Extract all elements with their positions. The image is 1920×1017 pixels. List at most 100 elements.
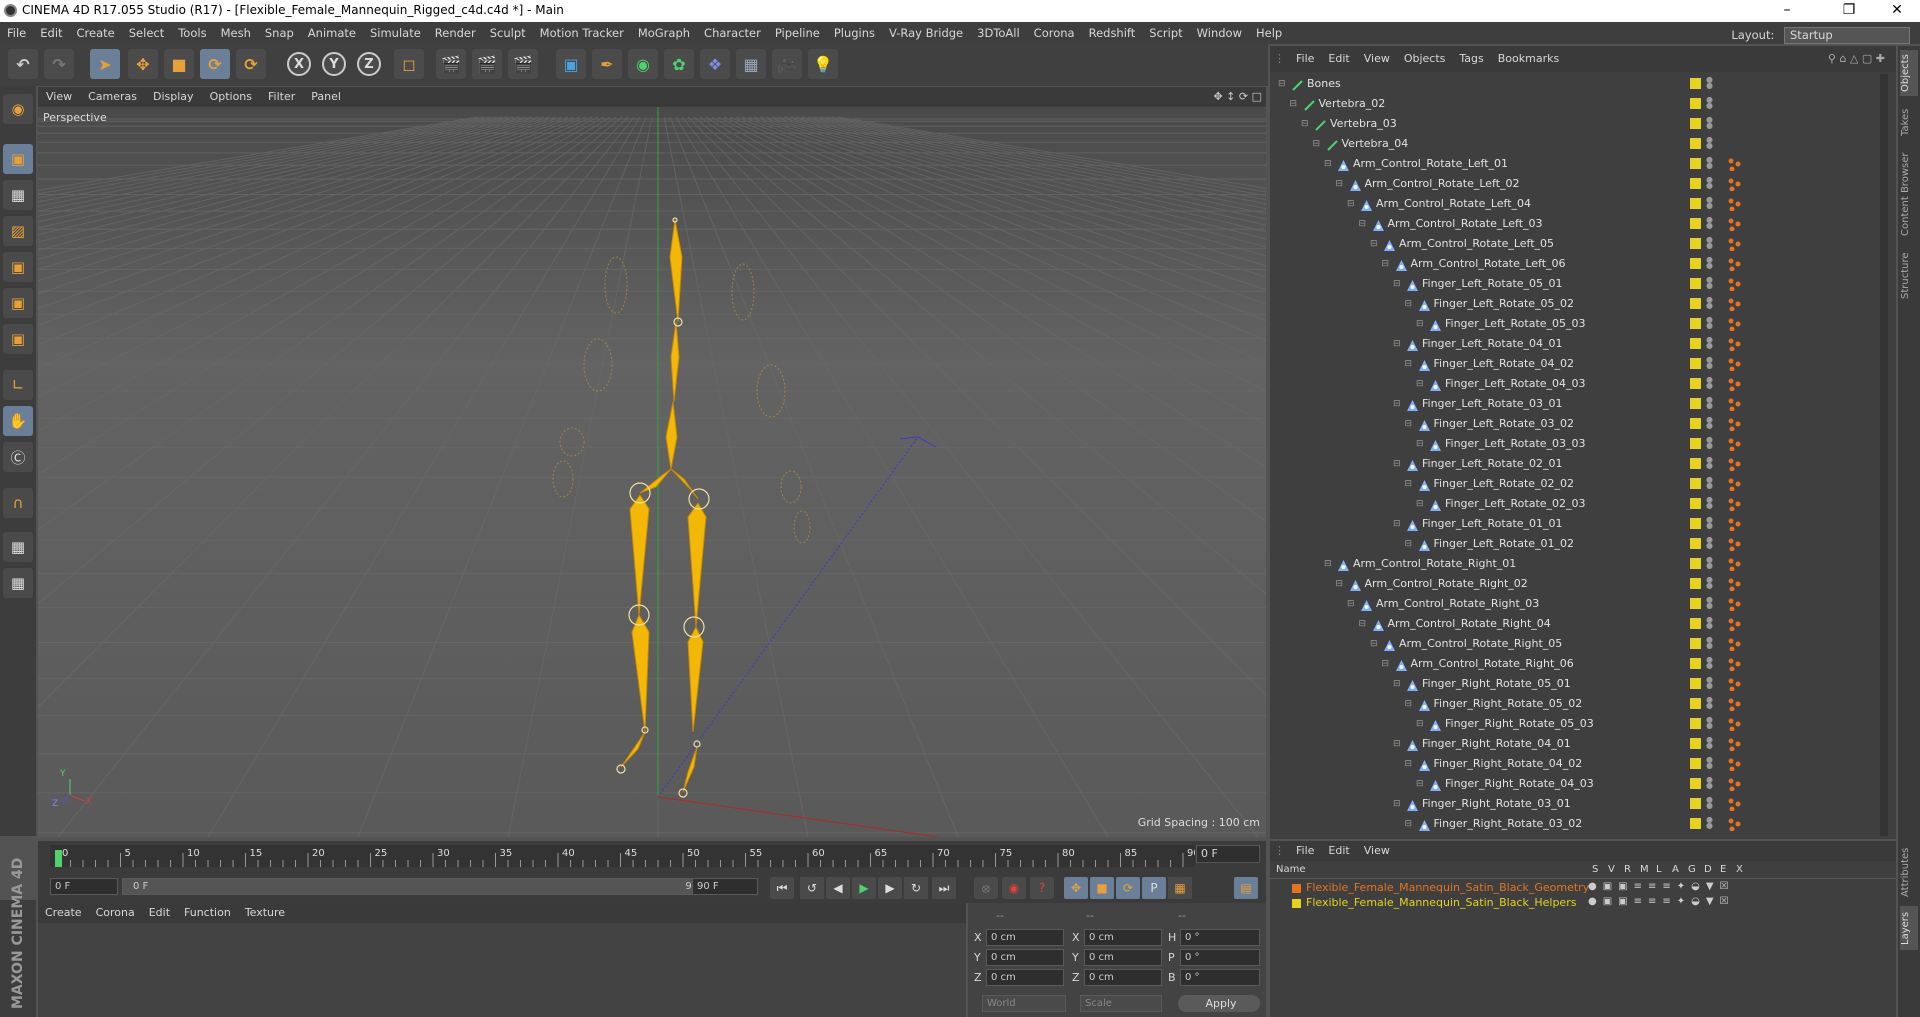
key-parameter-icon[interactable]: P (1142, 877, 1166, 899)
menu-select[interactable]: Select (122, 22, 171, 44)
visibility-toggle-icon[interactable]: ● ● (1706, 216, 1713, 231)
menu-plugins[interactable]: Plugins (827, 22, 882, 44)
start-frame-field[interactable]: 0 F (50, 878, 118, 895)
layer-color-swatch[interactable] (1690, 638, 1701, 649)
menu-create[interactable]: Create (70, 22, 122, 44)
ik-tag-icon[interactable] (1728, 438, 1741, 452)
layer-row[interactable]: Flexible_Female_Mannequin_Satin_Black_He… (1270, 896, 1870, 911)
expand-toggle-icon[interactable]: ⊟ (1393, 394, 1401, 414)
layer-color-swatch[interactable] (1690, 698, 1701, 709)
object-tree-row[interactable]: ⊟ Finger_Left_Rotate_03_03 ● ● (1270, 434, 1886, 454)
material-menu-edit[interactable]: Edit (142, 903, 177, 923)
object-tree-row[interactable]: ⊟ Finger_Right_Rotate_03_01 ● ● (1270, 794, 1886, 814)
object-tree-scrollbar[interactable] (1880, 74, 1888, 836)
x-axis-lock-button[interactable]: X (287, 52, 311, 76)
object-tree-row[interactable]: ⊟ Finger_Left_Rotate_02_02 ● ● (1270, 474, 1886, 494)
floor-icon[interactable]: ▦ (736, 49, 766, 79)
previous-frame-icon[interactable]: ◀ (826, 877, 850, 899)
ik-tag-icon[interactable] (1728, 678, 1741, 692)
rot-h-field[interactable]: 0 ° (1180, 929, 1260, 946)
expand-toggle-icon[interactable]: ⊟ (1416, 494, 1424, 514)
expand-toggle-icon[interactable]: ⊟ (1405, 694, 1413, 714)
visibility-toggle-icon[interactable]: ● ● (1706, 756, 1713, 771)
move-icon[interactable]: ✥ (128, 49, 158, 79)
expand-toggle-icon[interactable]: ⊟ (1324, 554, 1332, 574)
object-tree-row[interactable]: ⊟ Finger_Right_Rotate_05_03 ● ● (1270, 714, 1886, 734)
menu-render[interactable]: Render (428, 22, 483, 44)
key-position-icon[interactable]: ✥ (1064, 877, 1088, 899)
expand-toggle-icon[interactable]: ⊟ (1301, 114, 1309, 134)
visibility-toggle-icon[interactable]: ● ● (1706, 336, 1713, 351)
visibility-toggle-icon[interactable]: ● ● (1706, 356, 1713, 371)
visibility-toggle-icon[interactable]: ● ● (1706, 396, 1713, 411)
object-tree-row[interactable]: ⊟ Arm_Control_Rotate_Left_03 ● ● (1270, 214, 1886, 234)
object-tree-row[interactable]: ⊟ Finger_Right_Rotate_04_02 ● ● (1270, 754, 1886, 774)
object-tree-row[interactable]: ⊟ Finger_Right_Rotate_05_02 ● ● (1270, 694, 1886, 714)
menu-script[interactable]: Script (1142, 22, 1189, 44)
go-to-end-icon[interactable]: ⏭ (932, 877, 956, 899)
workplane-icon[interactable]: ▨ (3, 216, 33, 246)
edges-mode-icon[interactable]: ▣ (3, 288, 33, 318)
object-tree-row[interactable]: ⊟ Finger_Left_Rotate_01_02 ● ● (1270, 534, 1886, 554)
expand-toggle-icon[interactable]: ⊟ (1347, 594, 1355, 614)
layer-color-icon[interactable] (1292, 899, 1301, 908)
ik-tag-icon[interactable] (1728, 258, 1741, 272)
layer-color-swatch[interactable] (1690, 518, 1701, 529)
expand-toggle-icon[interactable]: ⊟ (1359, 614, 1367, 634)
expand-toggle-icon[interactable]: ⊟ (1405, 474, 1413, 494)
layer-row[interactable]: Flexible_Female_Mannequin_Satin_Black_Ge… (1270, 881, 1870, 896)
expand-toggle-icon[interactable]: ⊟ (1336, 574, 1344, 594)
cloner-icon[interactable]: ✿ (664, 49, 694, 79)
playhead[interactable] (55, 850, 62, 867)
visibility-toggle-icon[interactable]: ● ● (1706, 136, 1713, 151)
ik-tag-icon[interactable] (1728, 658, 1741, 672)
key-pla-icon[interactable]: ▦ (1168, 877, 1192, 899)
visibility-toggle-icon[interactable]: ● ● (1706, 176, 1713, 191)
layer-color-swatch[interactable] (1690, 318, 1701, 329)
object-tree-row[interactable]: ⊟ Arm_Control_Rotate_Left_01 ● ● (1270, 154, 1886, 174)
end-frame-field[interactable]: 90 F (692, 878, 758, 895)
menu-file[interactable]: File (0, 22, 33, 44)
object-tree-row[interactable]: ⊟ Arm_Control_Rotate_Right_01 ● ● (1270, 554, 1886, 574)
expand-toggle-icon[interactable]: ⊟ (1370, 634, 1378, 654)
size-y-field[interactable]: 0 cm (1084, 949, 1162, 966)
visibility-toggle-icon[interactable]: ● ● (1706, 436, 1713, 451)
ik-tag-icon[interactable] (1728, 418, 1741, 432)
recent-tool-icon[interactable]: ⟳ (236, 49, 266, 79)
viewport-menu-filter[interactable]: Filter (260, 87, 303, 107)
rot-b-field[interactable]: 0 ° (1180, 969, 1260, 986)
timeline[interactable]: 0 5 10 15 20 25 30 35 40 45 50 55 60 65 70 75 80 85 90 0 F (38, 841, 1266, 873)
expand-toggle-icon[interactable]: ⊟ (1393, 514, 1401, 534)
pos-x-field[interactable]: 0 cm (986, 929, 1064, 946)
next-frame-icon[interactable]: ▶ (878, 877, 902, 899)
rot-p-field[interactable]: 0 ° (1180, 949, 1260, 966)
undo-icon[interactable]: ↶ (8, 49, 38, 79)
object-tree-row[interactable]: ⊟ Vertebra_03 ● ● (1270, 114, 1886, 134)
object-tree-row[interactable]: ⊟ Arm_Control_Rotate_Right_05 ● ● (1270, 634, 1886, 654)
visibility-toggle-icon[interactable]: ● ● (1706, 276, 1713, 291)
render-picture-viewer-icon[interactable]: 🎬 (472, 49, 502, 79)
tab-structure[interactable]: Structure (1900, 246, 1918, 306)
layer-color-swatch[interactable] (1690, 778, 1701, 789)
current-frame-field[interactable]: 0 F (1196, 845, 1260, 863)
play-icon[interactable]: ▶ (852, 877, 876, 899)
coordinate-system-icon[interactable]: ◻ (394, 49, 424, 79)
viewport-3d[interactable]: Y X Z Perspective Grid Spacing : 100 cm (38, 107, 1266, 837)
object-tree-row[interactable]: ⊟ Finger_Left_Rotate_02_01 ● ● (1270, 454, 1886, 474)
snapping-icon[interactable]: Ⓒ (3, 442, 33, 472)
lock-workplane-icon[interactable]: ▦ (3, 532, 33, 562)
layer-color-swatch[interactable] (1690, 578, 1701, 589)
autokey-icon[interactable]: ◉ (1002, 877, 1026, 899)
next-key-icon[interactable]: ↻ (904, 877, 928, 899)
viewport-menu-cameras[interactable]: Cameras (80, 87, 145, 107)
visibility-toggle-icon[interactable]: ● ● (1706, 496, 1713, 511)
menu-tools[interactable]: Tools (171, 22, 213, 44)
objects-menu-edit[interactable]: Edit (1321, 46, 1356, 72)
texture-mode-icon[interactable]: ▦ (3, 180, 33, 210)
menu-corona[interactable]: Corona (1027, 22, 1082, 44)
object-tree-row[interactable]: ⊟ Finger_Left_Rotate_04_03 ● ● (1270, 374, 1886, 394)
layer-color-swatch[interactable] (1690, 558, 1701, 569)
expand-toggle-icon[interactable]: ⊟ (1313, 134, 1321, 154)
magnet-icon[interactable]: ∩ (3, 488, 33, 518)
visibility-toggle-icon[interactable]: ● ● (1706, 716, 1713, 731)
